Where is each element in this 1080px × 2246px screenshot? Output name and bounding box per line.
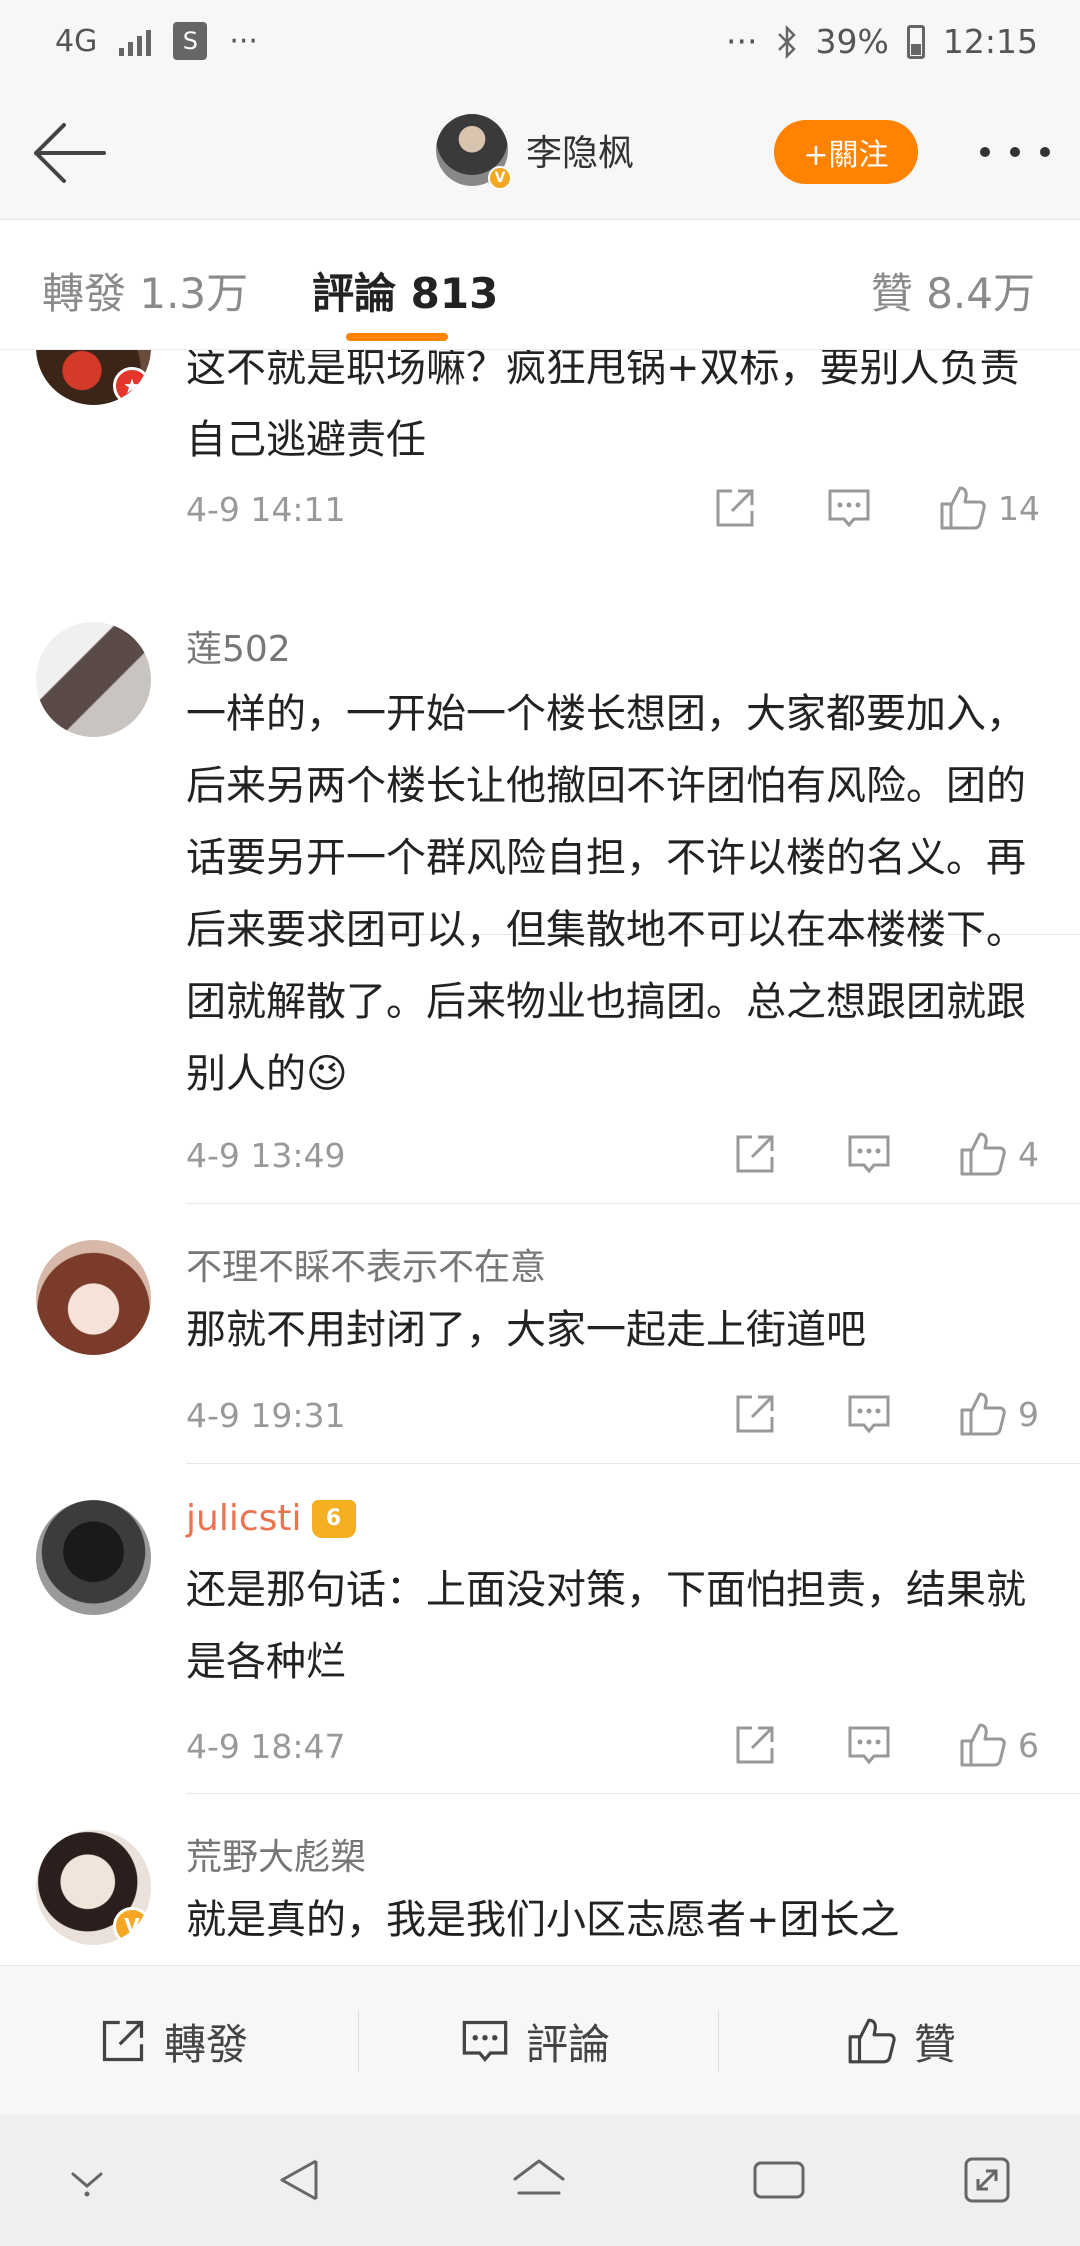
like-button[interactable]: 贊 <box>846 1966 956 2116</box>
top-app-bar: V 李隐枫 +關注 <box>0 90 1080 220</box>
commenter-avatar[interactable] <box>36 1500 151 1615</box>
more-dots-icon[interactable] <box>980 130 1050 174</box>
bottom-action-bar: 轉發 評論 贊 <box>0 1965 1080 2115</box>
like-count: 14 <box>998 488 1040 528</box>
recents-icon <box>753 2161 805 2199</box>
bluetooth-icon <box>777 24 796 59</box>
more-notifications-label: ··· <box>229 23 258 59</box>
back-triangle-icon <box>280 2159 318 2201</box>
repost-label: 轉發 <box>164 2019 249 2069</box>
follow-button[interactable]: +關注 <box>774 120 918 184</box>
separator <box>358 2011 359 2071</box>
thumbs-up-icon <box>960 1132 1006 1176</box>
arrow-left-icon <box>34 123 106 183</box>
chevron-down-icon <box>71 2172 103 2197</box>
tab-comments[interactable]: 評論 813 <box>312 260 498 321</box>
home-icon <box>513 2159 565 2195</box>
verified-badge-icon: V <box>488 166 512 190</box>
comment-divider <box>186 1463 1080 1464</box>
like-label: 贊 <box>914 2019 957 2069</box>
comment-time: 4-9 19:31 <box>186 1396 346 1435</box>
share-icon[interactable] <box>732 1130 778 1178</box>
author-avatar[interactable]: V <box>436 114 512 190</box>
author-info[interactable]: V 李隐枫 <box>436 114 634 190</box>
back-button[interactable] <box>28 118 108 188</box>
wink-emoji-icon: 😉 <box>306 1051 348 1097</box>
thumbs-up-icon <box>960 1392 1006 1436</box>
comment-divider <box>186 1793 1080 1794</box>
thumbs-up-icon <box>940 486 986 530</box>
share-icon[interactable] <box>712 484 758 532</box>
author-name[interactable]: 李隐枫 <box>526 124 634 176</box>
commenter-name[interactable]: 荒野大彪槊 <box>186 1828 366 1880</box>
share-icon[interactable] <box>732 1390 778 1438</box>
thumbs-up-icon <box>848 2018 896 2064</box>
active-tab-indicator <box>346 333 448 341</box>
clock: 12:15 <box>942 22 1038 61</box>
shop-app-icon: S <box>173 22 208 60</box>
comment-time: 4-9 13:49 <box>186 1136 346 1175</box>
commenter-name[interactable]: 莲502 <box>186 620 291 672</box>
commenter-avatar[interactable]: ★ <box>36 350 151 405</box>
more-status-label: ··· <box>726 22 758 61</box>
status-bar: 4G S ··· ··· 39% 12:15 <box>0 0 1080 90</box>
system-navigation-bar <box>0 2115 1080 2246</box>
network-label: 4G <box>55 23 98 59</box>
comment-icon[interactable] <box>846 1130 892 1178</box>
like-count: 9 <box>1018 1394 1039 1434</box>
hide-keyboard-button[interactable] <box>52 2145 122 2215</box>
expand-icon <box>964 2157 1010 2203</box>
commenter-avatar[interactable]: V <box>36 1830 151 1945</box>
like-count: 4 <box>1018 1134 1039 1174</box>
nav-back-button[interactable] <box>264 2145 334 2215</box>
comment-time: 4-9 18:47 <box>186 1727 346 1766</box>
status-bar-left: 4G S ··· <box>55 22 258 60</box>
tab-likes[interactable]: 贊 8.4万 <box>871 260 1035 321</box>
comment-meta: 4-9 19:31 9 <box>186 1384 1046 1444</box>
commenter-name[interactable]: julicsti 6 <box>186 1498 356 1539</box>
share-icon <box>102 2020 144 2062</box>
commenter-name[interactable]: 不理不睬不表示不在意 <box>186 1238 546 1290</box>
commenter-avatar[interactable] <box>36 1240 151 1355</box>
nav-expand-button[interactable] <box>952 2145 1022 2215</box>
share-icon[interactable] <box>732 1721 778 1769</box>
signal-icon <box>119 26 152 56</box>
like-button[interactable]: 9 <box>958 1390 1039 1438</box>
like-count: 6 <box>1018 1725 1039 1765</box>
comment-meta: 4-9 18:47 6 <box>186 1715 1046 1775</box>
battery-icon <box>906 24 925 59</box>
red-badge-icon: ★ <box>113 367 151 405</box>
comment-list[interactable]: ★ 这不就是职场嘛？疯狂甩锅+双标，要别人负责自己逃避责任 4-9 14:11 … <box>0 350 1080 1965</box>
tab-repost[interactable]: 轉發 1.3万 <box>42 260 248 321</box>
comment-time: 4-9 14:11 <box>186 490 346 529</box>
comment-meta: 4-9 13:49 4 <box>186 1124 1046 1184</box>
comment-divider <box>186 1203 1080 1204</box>
comment-icon[interactable] <box>846 1390 892 1438</box>
like-button[interactable]: 14 <box>938 484 1040 532</box>
repost-button[interactable]: 轉發 <box>98 1966 248 2116</box>
comment-text: 还是那句话：上面没对策，下面怕担责，结果就是各种烂 <box>186 1567 1026 1685</box>
like-button[interactable]: 6 <box>958 1721 1039 1769</box>
comment-icon <box>462 2020 508 2063</box>
verified-badge-icon: V <box>113 1907 151 1945</box>
comment-text: 那就不用封闭了，大家一起走上街道吧 <box>186 1307 866 1353</box>
comment-text: 一样的，一开始一个楼长想团，大家都要加入，后来另两个楼长让他撤回不许团怕有风险。… <box>186 691 1026 1097</box>
battery-percent: 39% <box>815 22 889 61</box>
comment-text: 就是真的，我是我们小区志愿者+团长之 <box>186 1897 900 1943</box>
comment-icon[interactable] <box>846 1721 892 1769</box>
comment-meta: 4-9 14:11 14 <box>186 478 1046 538</box>
comment-button[interactable]: 評論 <box>460 1966 610 2116</box>
status-bar-right: ··· 39% 12:15 <box>726 22 1038 61</box>
nav-recents-button[interactable] <box>744 2145 814 2215</box>
like-button[interactable]: 4 <box>958 1130 1039 1178</box>
post-tabs: 轉發 1.3万 評論 813 贊 8.4万 <box>0 220 1080 350</box>
comment-text: 这不就是职场嘛？疯狂甩锅+双标，要别人负责自己逃避责任 <box>186 350 1020 463</box>
nav-home-button[interactable] <box>504 2145 574 2215</box>
vip-crown-icon: 6 <box>311 1499 356 1538</box>
commenter-avatar[interactable] <box>36 622 151 737</box>
comment-label: 評論 <box>526 2019 611 2069</box>
separator <box>718 2011 719 2071</box>
comment-icon[interactable] <box>826 484 872 532</box>
thumbs-up-icon <box>960 1723 1006 1767</box>
